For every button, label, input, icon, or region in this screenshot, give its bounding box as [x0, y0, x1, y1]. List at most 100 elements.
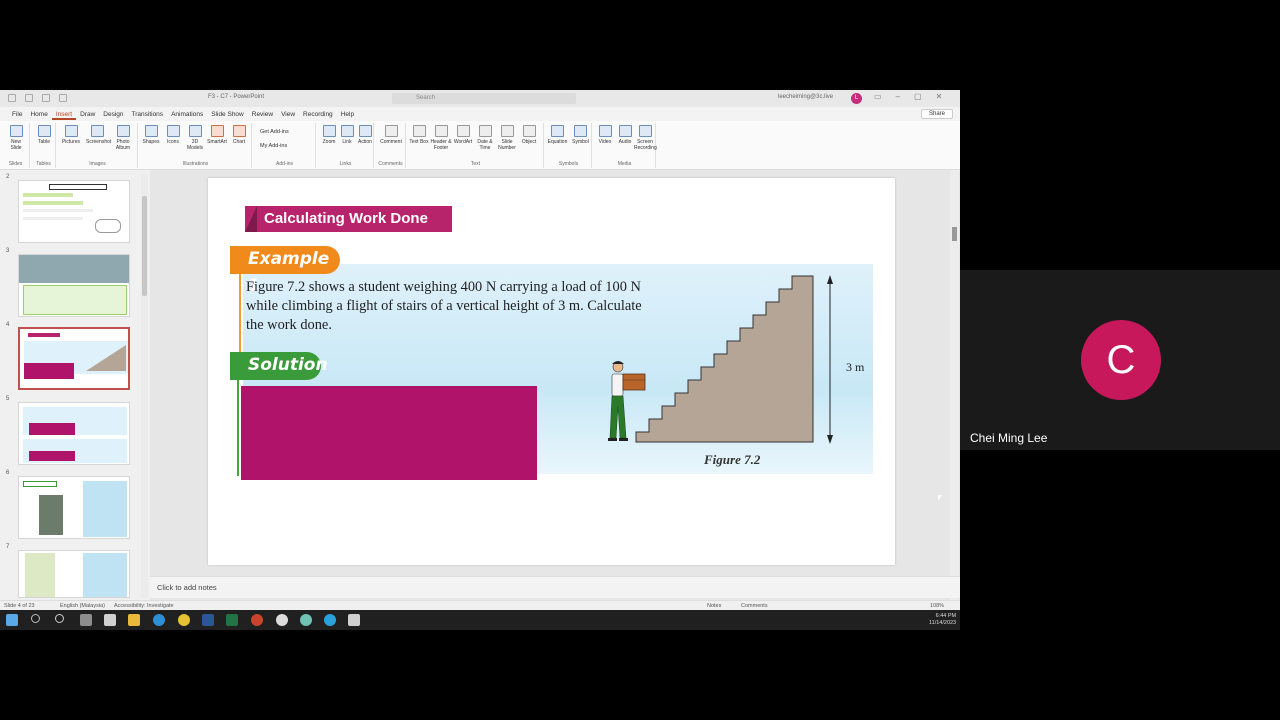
shapes-button[interactable]: Shapes: [140, 125, 162, 145]
action-button[interactable]: Action: [354, 125, 376, 145]
undo-icon[interactable]: [25, 94, 33, 102]
language[interactable]: English (Malaysia): [60, 603, 105, 609]
screen-recording-button[interactable]: Screen Recording: [634, 125, 657, 151]
thumbnails-scrollbar[interactable]: [141, 174, 148, 598]
clock-date: 11/14/2023: [929, 620, 957, 626]
object-button[interactable]: Object: [518, 125, 540, 145]
ribbon-button-label: Chart: [232, 139, 246, 145]
close-icon[interactable]: ✕: [936, 92, 943, 101]
app-icon[interactable]: [276, 614, 288, 626]
icons-button[interactable]: Icons: [162, 125, 184, 145]
tab-slide-show[interactable]: Slide Show: [207, 110, 248, 120]
table-button[interactable]: Table: [33, 125, 55, 145]
slide-canvas[interactable]: Calculating Work Done Example 1 Figure 7…: [208, 178, 895, 565]
app-icon[interactable]: [348, 614, 360, 626]
telegram-icon[interactable]: [324, 614, 336, 626]
system-clock[interactable]: 6:44 PM 11/14/2023: [929, 613, 956, 627]
ribbon-display-icon[interactable]: ▭: [874, 92, 882, 101]
ribbon-group-label: Add-ins: [276, 161, 293, 167]
tab-home[interactable]: Home: [26, 110, 51, 120]
tab-transitions[interactable]: Transitions: [128, 110, 168, 120]
symbol-button[interactable]: Symbol: [570, 125, 592, 145]
text-box-button[interactable]: Text Box: [408, 125, 430, 145]
tab-review[interactable]: Review: [248, 110, 277, 120]
zoom-level[interactable]: 108%: [930, 603, 944, 609]
notes-toggle[interactable]: Notes: [707, 603, 721, 609]
screenshot-button[interactable]: Screenshot: [86, 125, 111, 145]
tab-file[interactable]: File: [8, 110, 26, 120]
tab-animations[interactable]: Animations: [167, 110, 207, 120]
solution-cover-box[interactable]: [241, 386, 537, 480]
editor-scrollbar[interactable]: [950, 170, 959, 600]
ribbon-group-symbols: Equation Symbol Symbols: [546, 123, 592, 168]
tab-insert[interactable]: Insert: [51, 110, 77, 120]
notes-pane[interactable]: Click to add notes: [150, 576, 960, 598]
search-input[interactable]: Search: [392, 93, 576, 104]
slide-title: Calculating Work Done: [245, 206, 452, 232]
save-icon[interactable]: [8, 94, 16, 102]
comments-toggle[interactable]: Comments: [741, 603, 768, 609]
minimize-icon[interactable]: –: [896, 92, 900, 101]
slide-thumbnail-3[interactable]: [18, 254, 130, 317]
comment-button[interactable]: Comment: [380, 125, 402, 145]
title-bar: F3 - C7 - PowerPoint Search leecheiming@…: [0, 90, 960, 107]
tab-help[interactable]: Help: [337, 110, 358, 120]
get-add-ins-button[interactable]: Get Add-ins: [260, 129, 289, 135]
my-add-ins-button[interactable]: My Add-ins: [260, 143, 287, 149]
maximize-icon[interactable]: ▢: [914, 92, 922, 101]
tab-view[interactable]: View: [277, 110, 299, 120]
slide-thumbnail-4[interactable]: [18, 327, 130, 390]
video-button[interactable]: Video: [594, 125, 616, 145]
slide-thumbnail-2[interactable]: [18, 180, 130, 243]
3d-models-button[interactable]: 3D Models: [184, 125, 206, 151]
slide-number-button[interactable]: Slide Number: [496, 125, 518, 151]
task-view-icon[interactable]: [55, 614, 64, 623]
present-icon[interactable]: [59, 94, 67, 102]
slide-thumbnail-7[interactable]: [18, 550, 130, 598]
ribbon-group-label: Tables: [36, 161, 51, 167]
tab-recording[interactable]: Recording: [299, 110, 337, 120]
header-footer-icon: [434, 125, 448, 137]
share-button[interactable]: Share: [921, 109, 953, 119]
tab-draw[interactable]: Draw: [76, 110, 99, 120]
audio-button[interactable]: Audio: [614, 125, 636, 145]
new-slide-button[interactable]: New Slide: [5, 125, 27, 151]
excel-icon[interactable]: [226, 614, 238, 626]
participant-tile[interactable]: C Chei Ming Lee: [960, 270, 1280, 450]
redo-icon[interactable]: [42, 94, 50, 102]
pictures-button[interactable]: Pictures: [60, 125, 82, 145]
ribbon-group-text: Text Box Header & Footer WordArt Date & Tim…: [408, 123, 544, 168]
smartart-button[interactable]: SmartArt: [206, 125, 228, 145]
account-avatar[interactable]: L: [851, 93, 862, 104]
folder-icon[interactable]: [128, 614, 140, 626]
photo-album-button[interactable]: Photo Album: [112, 125, 134, 151]
text-box-icon: [412, 125, 426, 137]
store-icon[interactable]: [104, 614, 116, 626]
video-icon: [598, 125, 612, 137]
window-controls: ▭ – ▢ ✕: [874, 92, 942, 101]
powerpoint-icon[interactable]: [251, 614, 263, 626]
edge-icon[interactable]: [153, 614, 165, 626]
screen: F3 - C7 - PowerPoint Search leecheiming@…: [0, 0, 1280, 720]
account-name[interactable]: leecheiming@3c.live: [778, 94, 833, 100]
accessibility-status[interactable]: Accessibility: Investigate: [114, 603, 174, 609]
equation-button[interactable]: Equation: [547, 125, 569, 145]
ribbon-button-label: Shapes: [142, 139, 160, 145]
chrome-icon[interactable]: [178, 614, 190, 626]
mouse-cursor: [938, 495, 942, 501]
slide-thumbnail-6[interactable]: [18, 476, 130, 539]
date-time-button[interactable]: Date & Time: [474, 125, 496, 151]
search-icon[interactable]: [31, 614, 40, 623]
thumb-number: 4: [6, 322, 10, 328]
word-icon[interactable]: [202, 614, 214, 626]
app-icon[interactable]: [80, 614, 92, 626]
ribbon-button-label: Object: [521, 139, 537, 145]
slide-thumbnail-5[interactable]: [18, 402, 130, 465]
menu-bar: File Home Insert Draw Design Transitions Anima…: [0, 107, 960, 121]
app-icon[interactable]: [300, 614, 312, 626]
wordart-button[interactable]: WordArt: [452, 125, 474, 145]
chart-button[interactable]: Chart: [228, 125, 250, 145]
tab-design[interactable]: Design: [99, 110, 127, 120]
header-footer-button[interactable]: Header & Footer: [430, 125, 452, 151]
start-icon[interactable]: [6, 614, 18, 626]
